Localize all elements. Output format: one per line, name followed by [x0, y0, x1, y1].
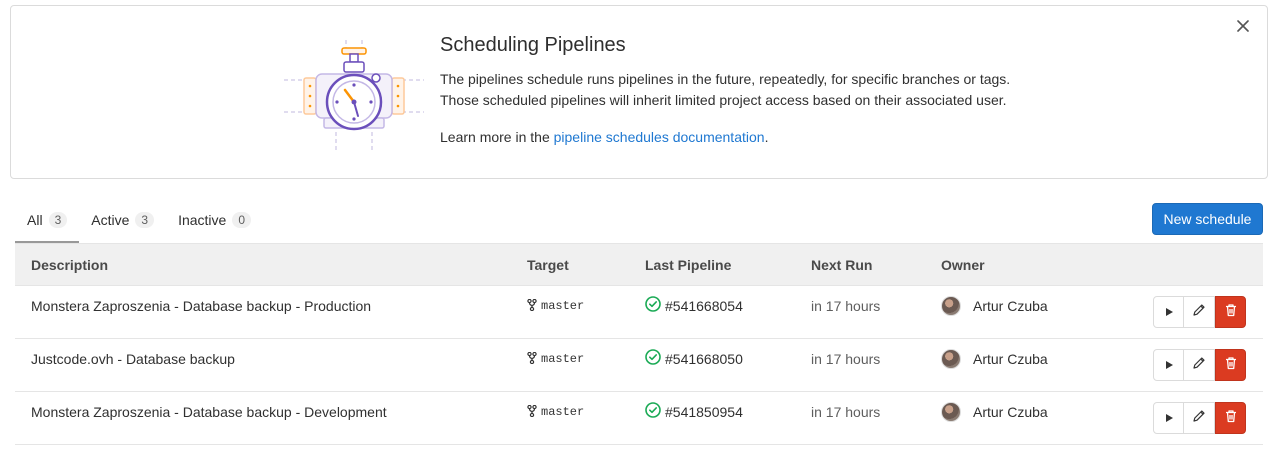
- branch-icon: [527, 298, 537, 314]
- banner-description-line-2: Those scheduled pipelines will inherit l…: [440, 92, 1007, 108]
- play-button[interactable]: [1153, 401, 1184, 434]
- header-description: Description: [15, 243, 526, 286]
- table-row: Justcode.ovh - Database backup master #5…: [15, 338, 1263, 392]
- pipeline-schedule-stopwatch-icon: [284, 40, 424, 152]
- edit-button[interactable]: [1184, 295, 1215, 328]
- learn-more-prefix: Learn more in the: [440, 129, 554, 145]
- play-icon: [1164, 357, 1174, 373]
- header-owner: Owner: [940, 243, 1140, 286]
- tab-inactive-label: Inactive: [178, 212, 227, 228]
- target-branch-link[interactable]: master: [541, 405, 584, 419]
- tab-all-count: 3: [48, 212, 68, 228]
- last-pipeline-link[interactable]: #541668050: [665, 351, 743, 367]
- tab-active-label: Active: [91, 212, 130, 228]
- row-actions: [1141, 401, 1262, 434]
- header-next-run: Next Run: [810, 243, 940, 286]
- avatar[interactable]: [941, 401, 961, 422]
- new-schedule-button[interactable]: New schedule: [1152, 203, 1263, 235]
- branch-icon: [527, 404, 537, 420]
- tab-inactive[interactable]: Inactive 0: [166, 198, 263, 242]
- target-branch-link[interactable]: master: [541, 352, 584, 366]
- next-run-time: in 17 hours: [811, 403, 881, 420]
- tab-all[interactable]: All 3: [15, 198, 80, 243]
- pipeline-schedules-docs-link[interactable]: pipeline schedules documentation: [554, 129, 765, 145]
- pipeline-schedules-table: Description Target Last Pipeline Next Ru…: [15, 243, 1263, 445]
- schedule-scope-tabs: All 3 Active 3 Inactive 0: [15, 198, 1263, 243]
- schedules-intro-banner: Scheduling Pipelines The pipelines sched…: [10, 5, 1268, 179]
- pencil-icon: [1192, 409, 1206, 426]
- learn-more-suffix: .: [764, 129, 769, 145]
- status-success-icon[interactable]: [645, 349, 661, 368]
- play-button[interactable]: [1153, 295, 1184, 328]
- tab-active[interactable]: Active 3: [79, 198, 166, 242]
- branch-icon: [527, 351, 537, 367]
- trash-icon: [1224, 409, 1238, 426]
- next-run-time: in 17 hours: [811, 297, 881, 314]
- owner-name-link[interactable]: Artur Czuba: [973, 298, 1048, 314]
- header-target: Target: [526, 243, 644, 286]
- delete-button[interactable]: [1215, 295, 1246, 328]
- edit-button[interactable]: [1184, 348, 1215, 381]
- row-actions: [1141, 348, 1262, 381]
- owner-name-link[interactable]: Artur Czuba: [973, 404, 1048, 420]
- table-row: Monstera Zaproszenia - Database backup -…: [15, 391, 1263, 445]
- table-row: Monstera Zaproszenia - Database backup -…: [15, 285, 1263, 339]
- status-success-icon[interactable]: [645, 296, 661, 315]
- tab-all-label: All: [27, 212, 43, 228]
- last-pipeline-link[interactable]: #541668054: [665, 298, 743, 314]
- delete-button[interactable]: [1215, 348, 1246, 381]
- banner-title: Scheduling Pipelines: [440, 34, 626, 56]
- schedule-description: Justcode.ovh - Database backup: [31, 350, 235, 367]
- owner-name-link[interactable]: Artur Czuba: [973, 351, 1048, 367]
- header-actions: [1140, 243, 1263, 286]
- play-icon: [1164, 410, 1174, 426]
- target-branch-link[interactable]: master: [541, 299, 584, 313]
- next-run-time: in 17 hours: [811, 350, 881, 367]
- table-header-row: Description Target Last Pipeline Next Ru…: [15, 243, 1263, 286]
- tab-active-count: 3: [135, 212, 155, 228]
- schedule-description: Monstera Zaproszenia - Database backup -…: [31, 403, 387, 420]
- play-button[interactable]: [1153, 348, 1184, 381]
- row-actions: [1141, 295, 1262, 328]
- schedule-description: Monstera Zaproszenia - Database backup -…: [31, 297, 372, 314]
- pencil-icon: [1192, 303, 1206, 320]
- last-pipeline-link[interactable]: #541850954: [665, 404, 743, 420]
- banner-content: Scheduling Pipelines The pipelines sched…: [440, 34, 1140, 148]
- avatar[interactable]: [941, 295, 961, 316]
- status-success-icon[interactable]: [645, 402, 661, 421]
- header-last-pipeline: Last Pipeline: [644, 243, 810, 286]
- trash-icon: [1224, 303, 1238, 320]
- trash-icon: [1224, 356, 1238, 373]
- edit-button[interactable]: [1184, 401, 1215, 434]
- play-icon: [1164, 304, 1174, 320]
- avatar[interactable]: [941, 348, 961, 369]
- pencil-icon: [1192, 356, 1206, 373]
- delete-button[interactable]: [1215, 401, 1246, 434]
- banner-description-line-1: The pipelines schedule runs pipelines in…: [440, 71, 1011, 87]
- tab-inactive-count: 0: [232, 212, 251, 228]
- banner-learn-more: Learn more in the pipeline schedules doc…: [440, 127, 1140, 148]
- close-icon[interactable]: [1233, 16, 1253, 36]
